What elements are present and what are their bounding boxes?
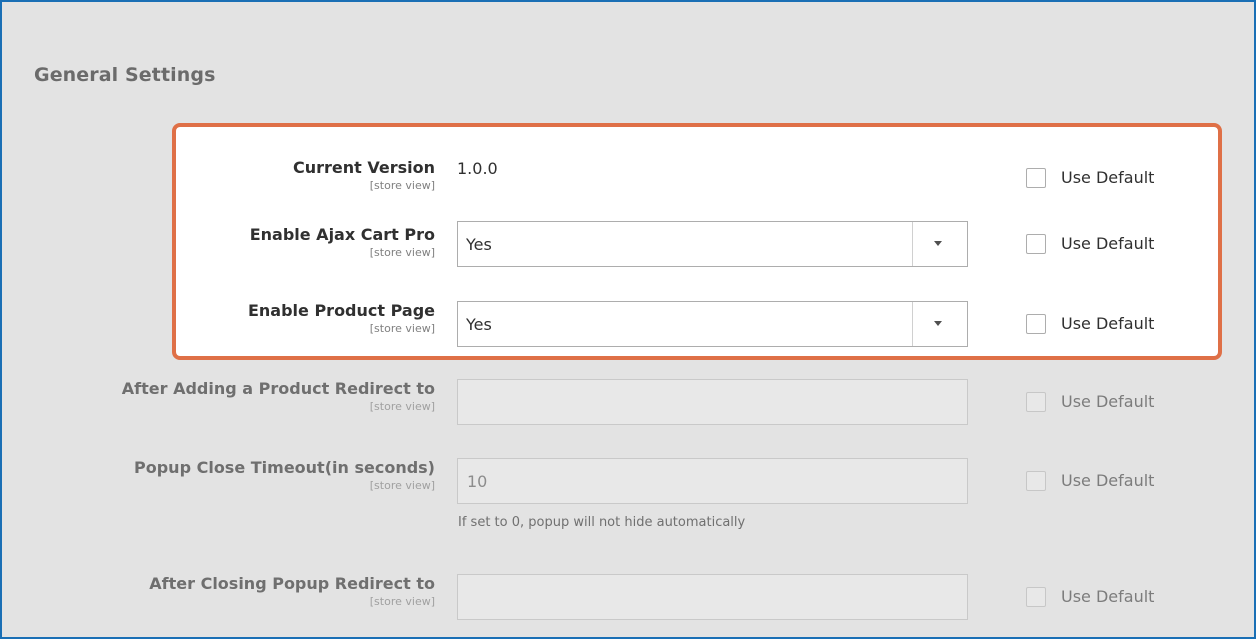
scope-label: [store view] xyxy=(369,179,435,192)
row-enable-product-page: Enable Product Page [store view] Yes Use… xyxy=(2,301,1254,361)
use-default-checkbox[interactable] xyxy=(1026,168,1046,188)
scope-label: [store view] xyxy=(369,400,435,413)
popup-close-timeout-label: Popup Close Timeout(in seconds) xyxy=(134,458,435,477)
enable-product-page-label: Enable Product Page xyxy=(247,301,435,320)
use-default-label: Use Default xyxy=(1061,471,1155,490)
use-default-label: Use Default xyxy=(1061,314,1155,333)
scope-label: [store view] xyxy=(369,479,435,492)
caret-down-icon xyxy=(934,241,942,246)
use-default-checkbox[interactable] xyxy=(1026,471,1046,491)
use-default-checkbox[interactable] xyxy=(1026,587,1046,607)
after-adding-redirect-label: After Adding a Product Redirect to xyxy=(121,379,435,398)
after-adding-redirect-input[interactable] xyxy=(457,379,968,425)
section-title: General Settings xyxy=(34,64,216,86)
row-after-closing-redirect: After Closing Popup Redirect to [store v… xyxy=(2,574,1254,634)
row-popup-close-timeout: Popup Close Timeout(in seconds) [store v… xyxy=(2,458,1254,538)
use-default-label: Use Default xyxy=(1061,234,1155,253)
dropdown-toggle[interactable] xyxy=(912,222,967,266)
use-default-label: Use Default xyxy=(1061,168,1155,187)
row-after-adding-redirect: After Adding a Product Redirect to [stor… xyxy=(2,379,1254,439)
enable-product-page-select[interactable]: Yes xyxy=(457,301,968,347)
after-closing-redirect-input[interactable] xyxy=(457,574,968,620)
enable-ajax-cart-pro-label: Enable Ajax Cart Pro xyxy=(249,225,435,244)
settings-panel: General Settings Current Version [store … xyxy=(0,0,1256,639)
row-current-version: Current Version [store view] 1.0.0 Use D… xyxy=(2,158,1254,218)
field-label: After Closing Popup Redirect to [store v… xyxy=(149,574,435,609)
field-label: Enable Product Page [store view] xyxy=(248,301,435,336)
scope-label: [store view] xyxy=(369,246,435,259)
field-note: If set to 0, popup will not hide automat… xyxy=(458,515,746,530)
current-version-value: 1.0.0 xyxy=(457,159,498,178)
use-default-checkbox[interactable] xyxy=(1026,234,1046,254)
field-label: After Adding a Product Redirect to [stor… xyxy=(122,379,435,414)
scope-label: [store view] xyxy=(369,595,435,608)
field-label: Popup Close Timeout(in seconds) [store v… xyxy=(134,458,435,493)
row-enable-ajax-cart-pro: Enable Ajax Cart Pro [store view] Yes Us… xyxy=(2,221,1254,281)
popup-close-timeout-input[interactable]: 10 xyxy=(457,458,968,504)
after-closing-redirect-label: After Closing Popup Redirect to xyxy=(149,574,435,593)
use-default-label: Use Default xyxy=(1061,392,1155,411)
dropdown-toggle[interactable] xyxy=(912,302,967,346)
enable-ajax-cart-pro-select[interactable]: Yes xyxy=(457,221,968,267)
selected-value: Yes xyxy=(466,315,492,334)
use-default-checkbox[interactable] xyxy=(1026,314,1046,334)
scope-label: [store view] xyxy=(369,322,435,335)
selected-value: Yes xyxy=(466,235,492,254)
current-version-label: Current Version xyxy=(292,158,435,177)
field-label: Current Version [store view] xyxy=(293,158,435,193)
field-label: Enable Ajax Cart Pro [store view] xyxy=(250,225,435,260)
caret-down-icon xyxy=(934,321,942,326)
use-default-label: Use Default xyxy=(1061,587,1155,606)
input-value: 10 xyxy=(467,472,488,491)
use-default-checkbox[interactable] xyxy=(1026,392,1046,412)
